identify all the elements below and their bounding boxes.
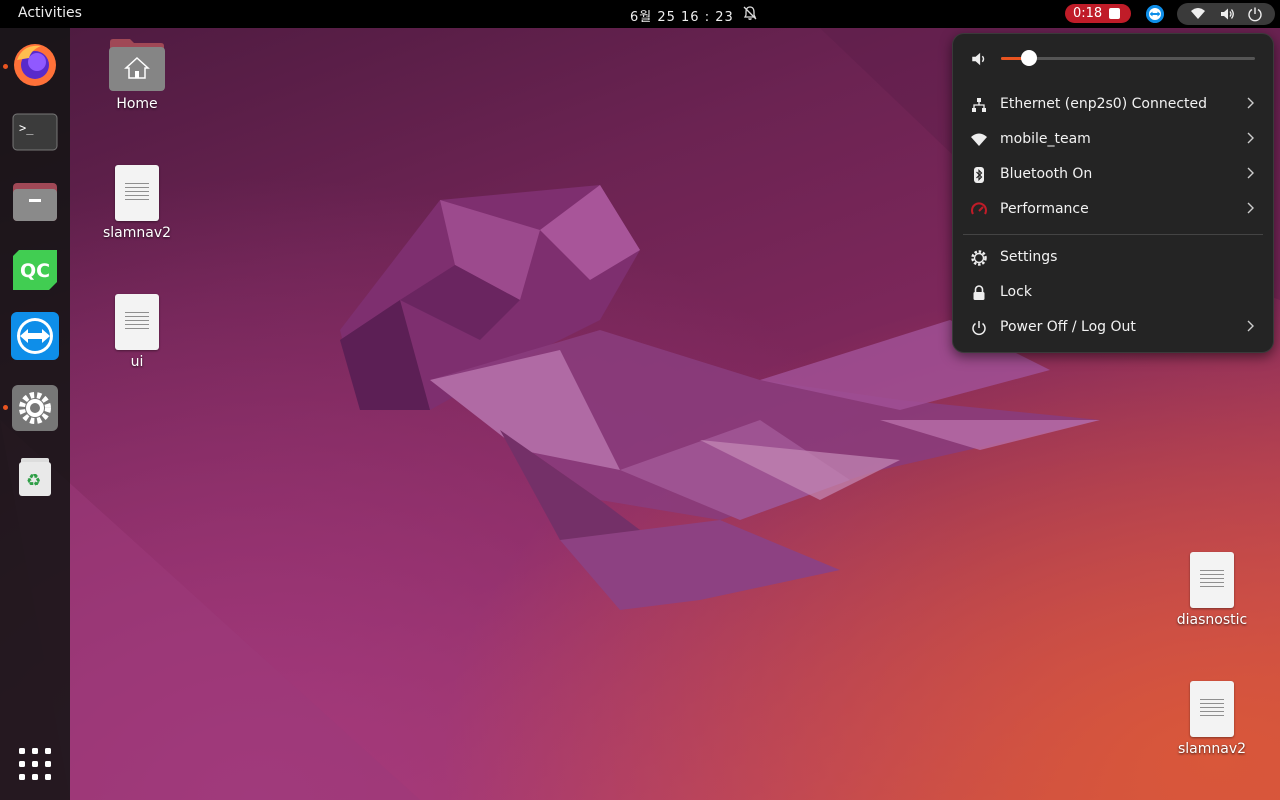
menu-item-performance[interactable]: Performance bbox=[953, 193, 1273, 227]
running-indicator bbox=[3, 405, 8, 410]
settings-icon[interactable] bbox=[11, 384, 59, 432]
svg-text:>_: >_ bbox=[19, 121, 34, 135]
menu-item-label: Ethernet (enp2s0) Connected bbox=[1000, 96, 1207, 112]
menu-item-power-off[interactable]: Power Off / Log Out bbox=[953, 311, 1273, 345]
bluetooth-icon bbox=[974, 167, 984, 183]
top-bar: Activities 6월 25 16 : 23 0:18 bbox=[0, 0, 1280, 28]
stop-recording-icon bbox=[1109, 8, 1120, 19]
menu-item-label: Settings bbox=[1000, 249, 1058, 265]
desktop-icon-label: ui bbox=[130, 354, 144, 370]
wifi-icon bbox=[971, 133, 987, 146]
dock: >_ QC ♻ bbox=[0, 28, 70, 800]
desktop-icon-label: slamnav2 bbox=[102, 225, 172, 241]
terminal-icon[interactable]: >_ bbox=[11, 108, 59, 156]
menu-separator bbox=[963, 234, 1263, 235]
desktop-icon-label: diasnostic bbox=[1176, 612, 1248, 628]
qt-creator-icon[interactable]: QC bbox=[11, 246, 59, 294]
menu-item-lock[interactable]: Lock bbox=[953, 276, 1273, 310]
menu-item-label: mobile_team bbox=[1000, 131, 1091, 147]
chevron-right-icon bbox=[1247, 202, 1254, 214]
svg-text:♻: ♻ bbox=[26, 471, 41, 491]
volume-icon bbox=[972, 52, 985, 66]
notifications-off-icon[interactable] bbox=[742, 5, 758, 21]
menu-item-settings[interactable]: Settings bbox=[953, 241, 1273, 275]
volume-slider-handle[interactable] bbox=[1020, 50, 1037, 66]
power-icon bbox=[972, 321, 986, 336]
desktop-icon-label: Home bbox=[116, 96, 158, 112]
chevron-right-icon bbox=[1247, 167, 1254, 179]
desktop-icon-slamnav2[interactable]: slamnav2 bbox=[87, 165, 187, 241]
activities-button[interactable]: Activities bbox=[18, 5, 82, 21]
system-menu-button[interactable] bbox=[1177, 3, 1275, 25]
menu-item-ethernet[interactable]: Ethernet (enp2s0) Connected bbox=[953, 88, 1273, 122]
text-file-icon bbox=[1190, 681, 1234, 737]
desktop-icon-diasnostic[interactable]: diasnostic bbox=[1162, 552, 1262, 628]
clock[interactable]: 6월 25 16 : 23 bbox=[630, 6, 734, 25]
menu-item-wifi[interactable]: mobile_team bbox=[953, 123, 1273, 157]
menu-item-bluetooth[interactable]: Bluetooth On bbox=[953, 158, 1273, 192]
menu-item-label: Performance bbox=[1000, 201, 1089, 217]
text-file-icon bbox=[1190, 552, 1234, 608]
desktop-icon-home[interactable]: Home bbox=[87, 38, 187, 112]
firefox-icon[interactable] bbox=[11, 40, 59, 88]
desktop-icon-ui[interactable]: ui bbox=[87, 294, 187, 370]
menu-item-label: Lock bbox=[1000, 284, 1032, 300]
recording-time: 0:18 bbox=[1073, 6, 1103, 21]
chevron-right-icon bbox=[1247, 320, 1254, 332]
chevron-right-icon bbox=[1247, 97, 1254, 109]
trash-icon[interactable]: ♻ bbox=[11, 452, 59, 500]
power-icon bbox=[1248, 7, 1262, 22]
desktop-icon-label: slamnav2 bbox=[1177, 741, 1247, 757]
text-file-icon bbox=[115, 294, 159, 350]
screen-recording-indicator[interactable]: 0:18 bbox=[1065, 4, 1131, 23]
menu-item-label: Power Off / Log Out bbox=[1000, 319, 1136, 335]
show-applications-icon[interactable] bbox=[11, 740, 59, 788]
desktop-icon-slamnav2-2[interactable]: slamnav2 bbox=[1162, 681, 1262, 757]
wifi-icon bbox=[1191, 8, 1205, 19]
volume-slider[interactable] bbox=[1001, 50, 1255, 66]
gear-icon bbox=[971, 250, 987, 266]
chevron-right-icon bbox=[1247, 132, 1254, 144]
text-file-icon bbox=[115, 165, 159, 221]
volume-icon bbox=[1221, 8, 1234, 20]
volume-row bbox=[953, 46, 1273, 72]
teamviewer-icon[interactable] bbox=[11, 312, 59, 360]
quick-settings-menu: Ethernet (enp2s0) Connected mobile_team … bbox=[952, 33, 1274, 353]
svg-text:QC: QC bbox=[20, 260, 50, 282]
menu-item-label: Bluetooth On bbox=[1000, 166, 1093, 182]
performance-icon bbox=[971, 202, 987, 215]
running-indicator bbox=[3, 64, 8, 69]
home-folder-icon bbox=[109, 39, 165, 91]
files-icon[interactable] bbox=[11, 177, 59, 225]
network-wired-icon bbox=[972, 98, 986, 112]
lock-icon bbox=[973, 285, 985, 300]
teamviewer-tray-icon[interactable] bbox=[1146, 5, 1164, 23]
